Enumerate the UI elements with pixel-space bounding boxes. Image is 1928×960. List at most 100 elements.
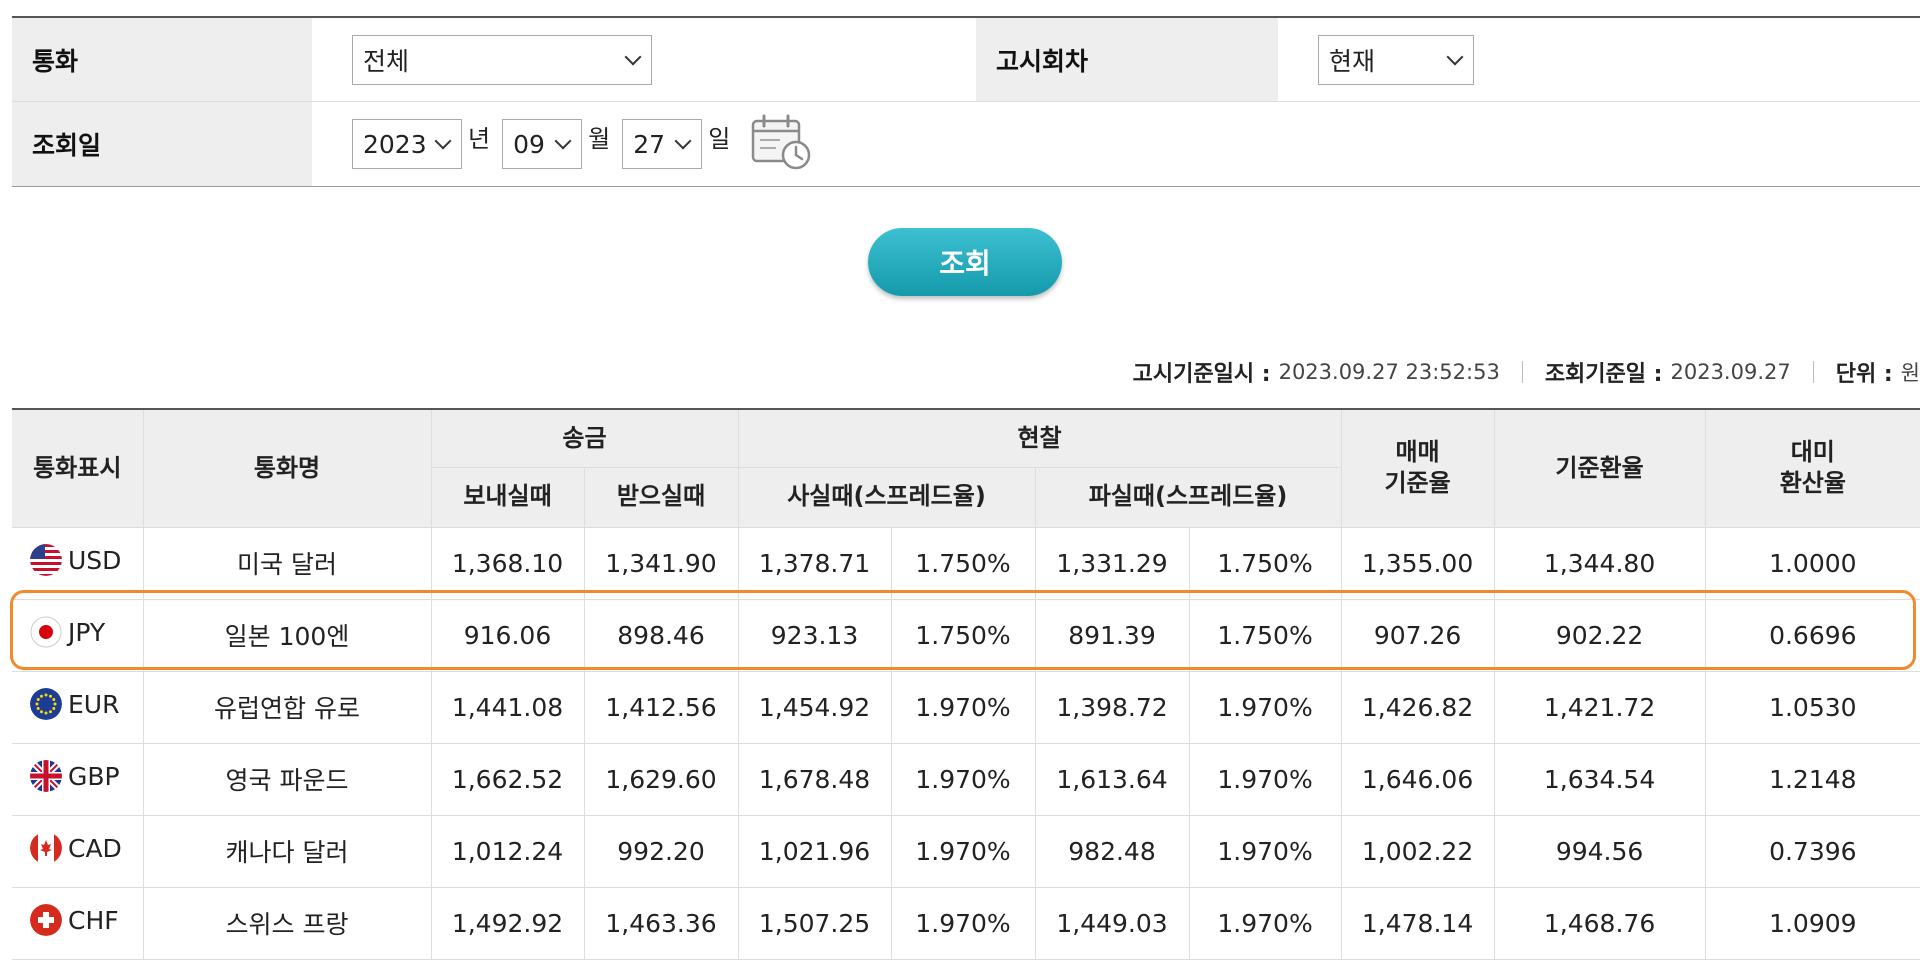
year-select[interactable]: 2023 <box>352 119 462 169</box>
notice-datetime-label: 고시기준일시 : <box>1132 362 1271 387</box>
cell-send: 1,492.92 <box>430 886 585 960</box>
cell-usd-ratio: 1.0000 <box>1704 526 1921 600</box>
table-row: USD 미국 달러 1,368.10 1,341.90 1,378.71 1.750% 1,… <box>12 526 1921 600</box>
cell-name: 유럽연합 유로 <box>142 670 432 744</box>
cell-cash-buy: 923.13 <box>737 598 892 672</box>
round-label: 고시회차 <box>976 18 1278 101</box>
day-select[interactable]: 27 <box>622 119 703 169</box>
currency-select-value: 전체 <box>363 46 410 76</box>
table-row: JPY 일본 100엔 916.06 898.46 923.13 1.750% 891.39… <box>12 598 1921 672</box>
day-select-value: 27 <box>633 129 665 159</box>
cell-name: 스위스 프랑 <box>142 886 432 960</box>
currency-code-cell: USD <box>12 526 144 600</box>
round-select[interactable]: 현재 <box>1318 34 1474 85</box>
cell-cash-sell-spread: 1.750% <box>1188 598 1342 672</box>
table-row: GBP 영국 파운드 1,662.52 1,629.60 1,678.48 1.970% 1… <box>12 742 1921 816</box>
cell-base-rate: 1,344.80 <box>1493 526 1706 600</box>
form-row-date: 조회일 2023 년 09 월 27 일 <box>12 102 1920 186</box>
currency-select[interactable]: 전체 <box>352 34 652 85</box>
cell-cash-buy-spread: 1.970% <box>890 886 1036 960</box>
divider <box>1812 361 1814 383</box>
header-base-rate: 기준환율 <box>1493 408 1706 528</box>
month-unit: 월 <box>588 124 611 153</box>
currency-code: CHF <box>68 905 119 935</box>
search-button[interactable]: 조회 <box>868 228 1062 296</box>
cell-trade-base: 1,426.82 <box>1340 670 1495 744</box>
cell-cash-buy-spread: 1.970% <box>890 670 1036 744</box>
year-unit: 년 <box>468 124 491 153</box>
currency-code: EUR <box>68 689 120 719</box>
currency-code: GBP <box>68 761 120 791</box>
currency-label: 통화 <box>12 18 312 101</box>
query-date-value: 2023.09.27 <box>1670 360 1791 384</box>
month-select-value: 09 <box>513 129 545 159</box>
chevron-down-icon <box>1446 48 1464 65</box>
chevron-down-icon <box>674 132 692 150</box>
cell-cash-buy: 1,678.48 <box>737 742 892 816</box>
cell-trade-base: 907.26 <box>1340 598 1495 672</box>
cell-base-rate: 1,634.54 <box>1493 742 1706 816</box>
cell-cash-sell-spread: 1.970% <box>1188 886 1342 960</box>
cell-send: 1,662.52 <box>430 742 585 816</box>
currency-code: JPY <box>68 617 106 647</box>
chevron-down-icon <box>624 48 642 65</box>
cell-cash-buy: 1,454.92 <box>737 670 892 744</box>
cell-trade-base: 1,478.14 <box>1340 886 1495 960</box>
table-row: EUR 유럽연합 유로 1,441.08 1,412.56 1,454.92 1.970%… <box>12 670 1921 744</box>
cell-cash-sell: 1,613.64 <box>1034 742 1190 816</box>
cell-cash-sell: 1,398.72 <box>1034 670 1190 744</box>
cell-cash-buy: 1,021.96 <box>737 814 892 888</box>
cell-cash-buy-spread: 1.750% <box>890 526 1036 600</box>
cell-send: 916.06 <box>430 598 585 672</box>
ca-flag-icon <box>30 832 62 864</box>
month-select[interactable]: 09 <box>502 119 583 169</box>
round-select-value: 현재 <box>1329 46 1376 76</box>
eu-flag-icon <box>30 688 62 720</box>
header-usd-ratio: 대미 환산율 <box>1704 408 1921 528</box>
table-row: CHF 스위스 프랑 1,492.92 1,463.36 1,507.25 1.970% 1… <box>12 886 1921 960</box>
cell-cash-sell-spread: 1.750% <box>1188 526 1342 600</box>
cell-cash-sell: 982.48 <box>1034 814 1190 888</box>
cell-cash-sell: 1,449.03 <box>1034 886 1190 960</box>
cell-send: 1,012.24 <box>430 814 585 888</box>
search-form: 통화 전체 고시회차 현재 조회일 2023 년 09 월 27 일 <box>12 16 1920 187</box>
header-currency-code: 통화표시 <box>12 408 144 528</box>
unit-label: 단위 : <box>1835 362 1893 387</box>
cell-receive: 1,463.36 <box>583 886 739 960</box>
chevron-down-icon <box>554 132 572 150</box>
cell-name: 영국 파운드 <box>142 742 432 816</box>
exchange-rate-table: 통화표시 통화명 송금 현찰 매매 기준율 기준환율 대미 환산율 보내실때 받… <box>12 408 1921 960</box>
header-cash: 현찰 <box>737 408 1342 468</box>
cell-base-rate: 902.22 <box>1493 598 1706 672</box>
header-remittance: 송금 <box>430 408 739 468</box>
cell-name: 미국 달러 <box>142 526 432 600</box>
cell-trade-base: 1,355.00 <box>1340 526 1495 600</box>
cell-cash-sell-spread: 1.970% <box>1188 670 1342 744</box>
cell-receive: 898.46 <box>583 598 739 672</box>
form-row-currency: 통화 전체 고시회차 현재 <box>12 18 1920 102</box>
table-row: CAD 캐나다 달러 1,012.24 992.20 1,021.96 1.970% 982… <box>12 814 1921 888</box>
cell-receive: 1,341.90 <box>583 526 739 600</box>
cell-base-rate: 1,468.76 <box>1493 886 1706 960</box>
jp-flag-icon <box>30 616 62 648</box>
currency-code-cell: CHF <box>12 886 144 960</box>
rate-info-line: 고시기준일시 : 2023.09.27 23:52:53 조회기준일 : 202… <box>1133 356 1920 388</box>
header-remit-send: 보내실때 <box>431 466 585 528</box>
cell-cash-buy: 1,378.71 <box>737 526 892 600</box>
query-date-label: 조회기준일 : <box>1544 362 1663 387</box>
header-cash-buy: 사실때(스프레드율) <box>737 466 1036 528</box>
day-unit: 일 <box>708 124 731 153</box>
cell-name: 캐나다 달러 <box>142 814 432 888</box>
cell-usd-ratio: 0.6696 <box>1704 598 1921 672</box>
notice-datetime-value: 2023.09.27 23:52:53 <box>1278 360 1500 384</box>
calendar-icon[interactable] <box>750 113 812 171</box>
cell-usd-ratio: 1.2148 <box>1704 742 1921 816</box>
header-trade-base-rate: 매매 기준율 <box>1340 408 1495 528</box>
header-cash-sell: 파실때(스프레드율) <box>1034 466 1342 528</box>
us-flag-icon <box>30 544 62 576</box>
year-select-value: 2023 <box>363 129 427 159</box>
cell-cash-sell-spread: 1.970% <box>1188 742 1342 816</box>
cell-receive: 992.20 <box>583 814 739 888</box>
currency-code: CAD <box>68 833 122 863</box>
currency-code-cell: EUR <box>12 670 144 744</box>
